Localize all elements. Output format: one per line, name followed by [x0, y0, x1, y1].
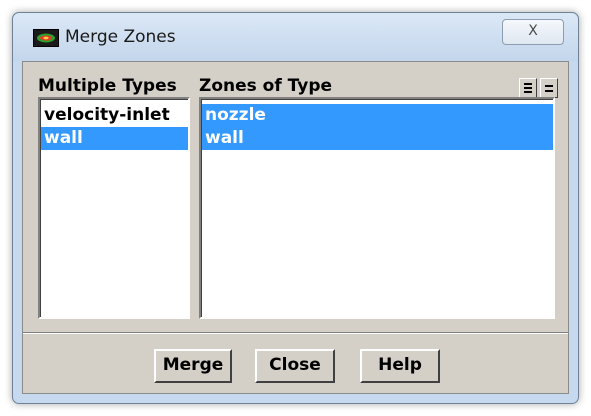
- merge-zones-dialog: Merge Zones X Multiple Types Zones of Ty…: [12, 12, 579, 404]
- list-item[interactable]: wall: [41, 127, 188, 150]
- window-title: Merge Zones: [65, 27, 176, 47]
- deselect-all-icon[interactable]: [540, 78, 558, 98]
- select-all-icon[interactable]: [519, 78, 537, 98]
- list-item[interactable]: nozzle: [202, 104, 553, 127]
- fluent-app-icon: [33, 29, 59, 47]
- zones-of-type-label: Zones of Type: [199, 76, 333, 96]
- list-item[interactable]: wall: [202, 127, 553, 150]
- button-divider: [23, 332, 568, 334]
- close-icon: X: [528, 23, 538, 39]
- help-button[interactable]: Help: [360, 349, 440, 383]
- dialog-body: Multiple Types Zones of Type velocity-in…: [22, 61, 569, 394]
- merge-button[interactable]: Merge: [154, 349, 232, 383]
- multiple-types-label: Multiple Types: [38, 76, 177, 96]
- list-item[interactable]: velocity-inlet: [41, 104, 188, 127]
- zones-listbox[interactable]: nozzle wall: [199, 97, 555, 319]
- types-listbox[interactable]: velocity-inlet wall: [38, 97, 190, 319]
- close-window-button[interactable]: X: [502, 19, 564, 45]
- title-bar[interactable]: Merge Zones X: [13, 13, 578, 61]
- close-button[interactable]: Close: [255, 349, 335, 383]
